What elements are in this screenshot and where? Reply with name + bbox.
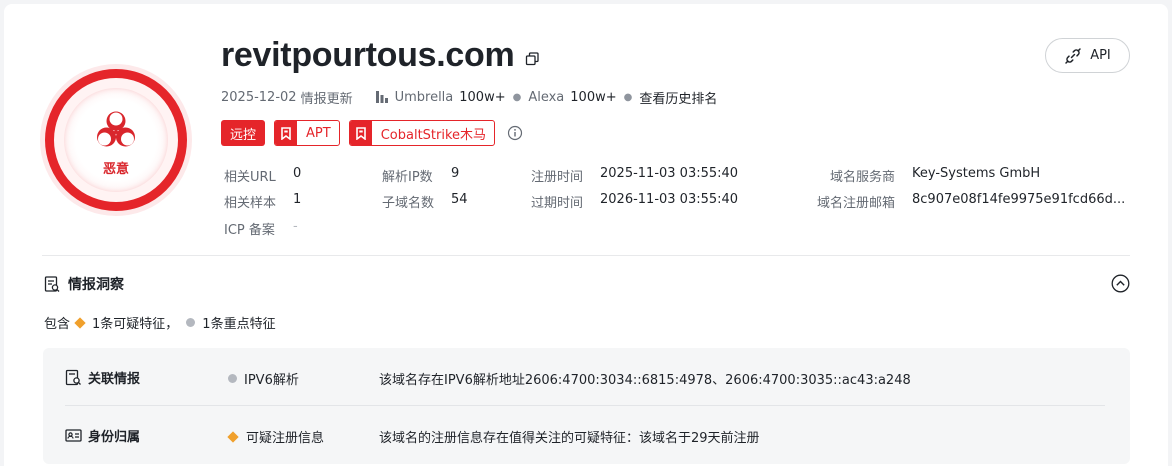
detail-related-url: 相关URL 0: [224, 166, 301, 185]
detail-label: 域名服务商: [830, 170, 896, 185]
insight-feature-label: 可疑注册信息: [246, 431, 325, 446]
tag-apt[interactable]: APT: [274, 120, 340, 146]
umbrella-rank: 100w+: [459, 89, 506, 105]
bookmark-icon: [275, 121, 298, 145]
plug-icon: [1065, 47, 1081, 64]
key-marker: [228, 374, 237, 383]
detail-reg-time: 注册时间 2025-11-03 03:55:40: [531, 166, 738, 185]
detail-label: 相关样本: [224, 196, 277, 211]
insight-description: 该域名的注册信息存在值得关注的可疑特征：该域名于29天前注册: [379, 431, 760, 446]
history-rank-link[interactable]: 查看历史排名: [639, 88, 717, 107]
separator-dot: ●: [512, 91, 522, 103]
suspicious-count: 1条可疑特征，: [92, 317, 179, 332]
bar-chart-icon: [375, 91, 388, 103]
insight-category-label: 身份归属: [88, 430, 141, 445]
tag-label: APT: [306, 125, 331, 141]
alexa-label: Alexa: [528, 89, 565, 105]
related-url-count[interactable]: 0: [293, 166, 301, 181]
badge-ring: 恶意: [45, 69, 187, 211]
detail-label: 域名注册邮箱: [817, 196, 896, 211]
update-date: 2025-12-02: [221, 89, 297, 105]
id-card-icon: [65, 429, 82, 442]
report-icon: [44, 276, 60, 292]
feature-summary: 包含 1条可疑特征， 1条重点特征: [44, 313, 276, 332]
tag-label: CobaltStrike木马: [380, 127, 487, 143]
suspicious-marker: [227, 430, 239, 443]
info-icon[interactable]: [507, 125, 523, 141]
verdict-label: 恶意: [102, 161, 129, 177]
key-count: 1条重点特征: [202, 317, 276, 332]
insight-row: 身份归属 可疑注册信息 该域名的注册信息存在值得关注的可疑特征：该域名于29天前…: [43, 406, 1130, 464]
malicious-verdict-badge: 恶意: [40, 64, 192, 216]
insight-section-header: 情报洞察: [44, 274, 124, 294]
biohazard-icon: [97, 111, 135, 146]
insight-title: 情报洞察: [68, 277, 124, 293]
key-marker: [186, 318, 196, 327]
icp-value: -: [293, 219, 298, 234]
registrar-value: Key-Systems GmbH: [912, 166, 1041, 181]
insight-category: 身份归属: [65, 426, 140, 445]
detail-label: 过期时间: [531, 196, 584, 211]
intel-subline: 2025-12-02 情报更新 Umbrella 100w+ ● Alexa 1…: [221, 88, 717, 107]
insight-category-label: 关联情报: [88, 372, 141, 387]
insight-feature: 可疑注册信息: [227, 427, 324, 446]
badge-inner: 恶意: [64, 88, 168, 192]
insight-row: 关联情报 IPV6解析 该域名存在IPV6解析地址2606:4700:3034:…: [43, 348, 1130, 406]
detail-icp: ICP 备案 -: [224, 219, 298, 238]
copy-icon[interactable]: [524, 51, 540, 67]
insight-category: 关联情报: [65, 368, 140, 387]
reg-email-value[interactable]: 8c907e08f14fe9975e91fcd66d...: [912, 192, 1125, 207]
insight-feature: IPV6解析: [227, 369, 299, 388]
contains-prefix: 包含: [44, 317, 71, 332]
related-intel-icon: [65, 369, 81, 386]
domain-title: revitpourtous.com: [221, 36, 515, 74]
separator-dot: ●: [623, 91, 633, 103]
tag-label: 远控: [230, 127, 257, 143]
detail-related-sample: 相关样本 1: [224, 192, 301, 211]
detail-label: 子域名数: [382, 196, 435, 211]
threat-tags: 远控 APT CobaltStrike木马: [221, 120, 523, 146]
subdomain-count[interactable]: 54: [451, 192, 468, 207]
resolved-ip-count[interactable]: 9: [451, 166, 459, 181]
section-divider: [42, 255, 1130, 256]
insight-feature-label: IPV6解析: [244, 373, 299, 388]
insight-description: 该域名存在IPV6解析地址2606:4700:3034::6815:4978、2…: [379, 373, 911, 388]
detail-label: 解析IP数: [382, 170, 433, 185]
api-button-label: API: [1090, 48, 1111, 63]
suspicious-marker: [74, 316, 86, 329]
chevron-up-icon[interactable]: [1111, 274, 1130, 293]
detail-label: 相关URL: [224, 170, 276, 185]
alexa-rank: 100w+: [570, 89, 617, 105]
tag-remote-control[interactable]: 远控: [221, 120, 266, 146]
api-button[interactable]: API: [1045, 38, 1130, 73]
insight-panel: 关联情报 IPV6解析 该域名存在IPV6解析地址2606:4700:3034:…: [43, 348, 1130, 464]
detail-label: ICP 备案: [224, 223, 275, 238]
related-sample-count[interactable]: 1: [293, 192, 301, 207]
detail-resolved-ip: 解析IP数 9: [382, 166, 459, 185]
bookmark-icon: [349, 121, 372, 145]
detail-subdomain: 子域名数 54: [382, 192, 468, 211]
detail-reg-email: 域名注册邮箱 8c907e08f14fe9975e91fcd66d...: [817, 192, 1125, 211]
detail-exp-time: 过期时间 2026-11-03 03:55:40: [531, 192, 738, 211]
reg-time-value: 2025-11-03 03:55:40: [600, 166, 739, 181]
exp-time-value: 2026-11-03 03:55:40: [600, 192, 739, 207]
umbrella-label: Umbrella: [394, 89, 454, 105]
tag-cobaltstrike[interactable]: CobaltStrike木马: [348, 120, 496, 146]
detail-registrar: 域名服务商 Key-Systems GmbH: [830, 166, 1040, 185]
detail-label: 注册时间: [531, 170, 584, 185]
update-text: 情报更新: [300, 91, 353, 107]
